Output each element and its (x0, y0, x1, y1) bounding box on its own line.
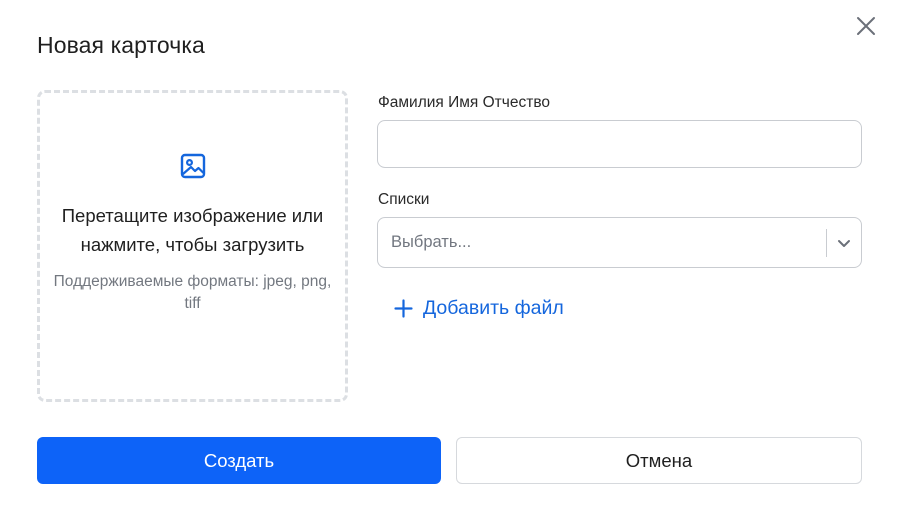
plus-icon (394, 299, 413, 318)
modal-title: Новая карточка (37, 32, 205, 58)
supported-formats-hint: Поддерживаемые форматы: jpeg, png, tiff (53, 273, 332, 312)
dropzone-instruction: Перетащите изображение или нажмите, чтоб… (61, 205, 324, 255)
chevron-down-icon (838, 239, 850, 247)
lists-select[interactable]: Выбрать... (377, 217, 862, 268)
fio-label: Фамилия Имя Отчество (378, 94, 550, 111)
image-icon (180, 153, 205, 179)
lists-select-placeholder: Выбрать... (391, 233, 472, 251)
close-icon (857, 17, 875, 35)
new-card-modal: Новая карточка Перетащите изображение ил… (0, 0, 901, 521)
lists-label: Списки (378, 191, 430, 208)
cancel-button[interactable]: Отмена (456, 437, 862, 484)
close-button[interactable] (852, 12, 880, 40)
fio-input[interactable] (377, 120, 862, 168)
add-file-label: Добавить файл (423, 297, 564, 319)
dropdown-toggle[interactable] (827, 218, 861, 267)
create-button[interactable]: Создать (37, 437, 441, 484)
add-file-button[interactable]: Добавить файл (394, 297, 564, 320)
image-dropzone[interactable]: Перетащите изображение или нажмите, чтоб… (37, 90, 348, 402)
